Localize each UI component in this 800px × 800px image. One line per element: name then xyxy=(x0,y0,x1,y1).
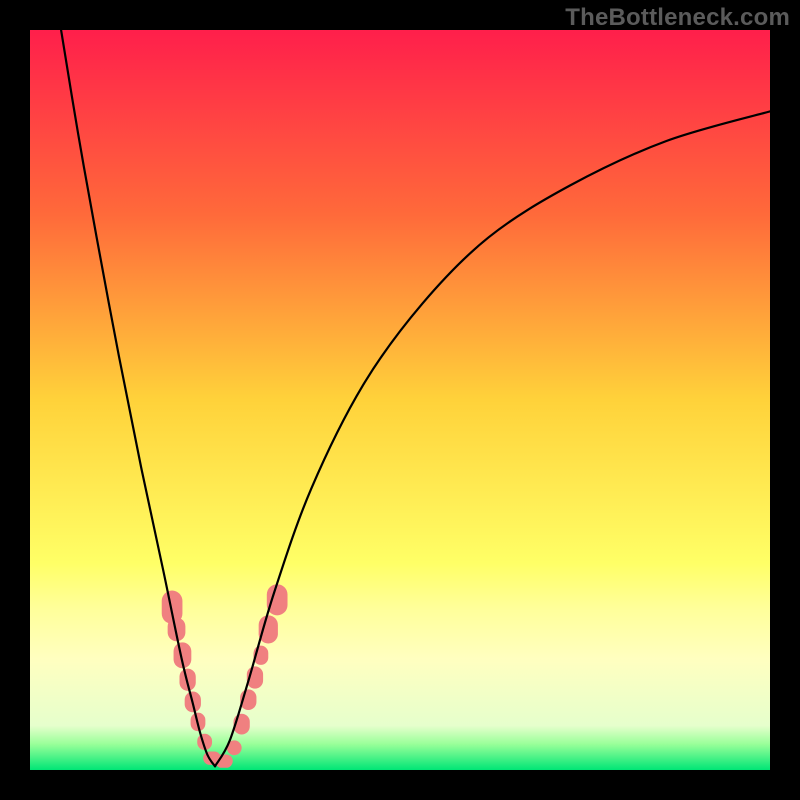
bottleneck-chart xyxy=(0,0,800,800)
chart-frame: TheBottleneck.com xyxy=(0,0,800,800)
plot-background xyxy=(30,30,770,770)
marker-point xyxy=(259,615,278,643)
watermark-text: TheBottleneck.com xyxy=(565,4,790,32)
marker-point xyxy=(267,584,288,615)
